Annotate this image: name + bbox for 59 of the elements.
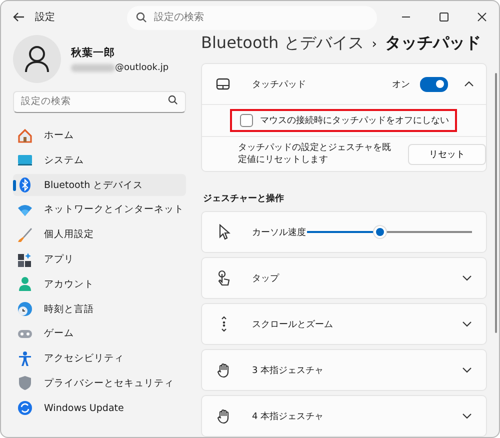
window-title: 設定 [35,10,55,24]
time-icon [17,301,33,318]
accessibility-icon [17,350,33,367]
setting-label: カーソル速度 [252,226,307,238]
shield-icon [17,375,33,392]
nav-item[interactable]: ホーム [13,124,186,147]
search-icon [168,95,178,105]
user-email: @outlook.jp [115,62,169,72]
close-icon[interactable] [477,12,487,22]
chevron-icon[interactable] [464,81,474,87]
nav-item[interactable]: アプリ [13,248,186,271]
search-field[interactable]: 設定の検索 [127,6,377,30]
back-icon[interactable] [13,12,25,22]
nav-item[interactable]: Bluetooth とデバイス [13,174,186,196]
expander-card[interactable]: 3 本指ジェスチャ [201,349,487,391]
nav-item[interactable]: ゲーム [13,322,186,345]
nav-item[interactable]: プライバシーとセキュリティ [13,372,186,394]
slider-thumb[interactable] [374,226,386,238]
nav-item[interactable]: 個人用設定 [13,224,186,246]
scrollbar[interactable] [495,73,497,333]
bluetooth-icon [17,177,33,194]
system-icon [17,152,33,168]
apps-icon [17,252,33,268]
nav-item[interactable]: アカウント [13,273,186,296]
toggle-state: オン [392,78,410,90]
setting-label: 4 本指ジェスチャ [252,410,325,422]
setting-label: スクロールとズーム [252,318,334,330]
home-icon [17,128,33,144]
nav-item[interactable]: 時刻と言語 [13,298,186,320]
user-name: 秋葉一郎 [71,46,116,60]
redacted-text [71,64,115,72]
maximize-icon[interactable] [439,12,449,22]
expander-card[interactable]: タップ [201,257,487,299]
page-title: タッチパッド [384,33,481,54]
setting-label: タップ [252,272,280,284]
search-field[interactable]: 設定の検索 [13,90,186,112]
section-heading: ジェスチャーと操作 [203,192,285,205]
checkbox[interactable] [240,114,253,127]
nav-item[interactable]: Windows Update [13,397,186,420]
breadcrumb-parent[interactable]: Bluetooth とデバイス [201,33,364,54]
account-icon [17,276,33,292]
update-icon [17,400,33,416]
expander-card[interactable]: スクロールとズーム [201,303,487,345]
checkbox-option[interactable]: マウスの接続時にタッチパッドをオフにしない [230,109,457,132]
tap-icon [216,270,232,286]
search-icon [136,12,147,22]
expander-card[interactable]: 4 本指ジェスチャ [201,395,487,437]
setting-label: タッチパッド [252,78,307,90]
nav-item[interactable]: システム [13,149,186,172]
touchpad-icon [216,78,230,90]
setting-label: 3 本指ジェスチャ [252,364,325,376]
reset-description: タッチパッドの設定とジェスチャを既定値にリセットします [238,142,392,166]
reset-button[interactable]: リセット [408,144,486,164]
nav-item[interactable]: アクセシビリティ [13,348,186,370]
breadcrumb-separator: › [372,37,377,52]
avatar [13,35,61,83]
toggle-switch[interactable] [420,76,448,92]
brush-icon [17,226,33,243]
nav-item[interactable]: ネットワークとインターネット [13,198,186,222]
